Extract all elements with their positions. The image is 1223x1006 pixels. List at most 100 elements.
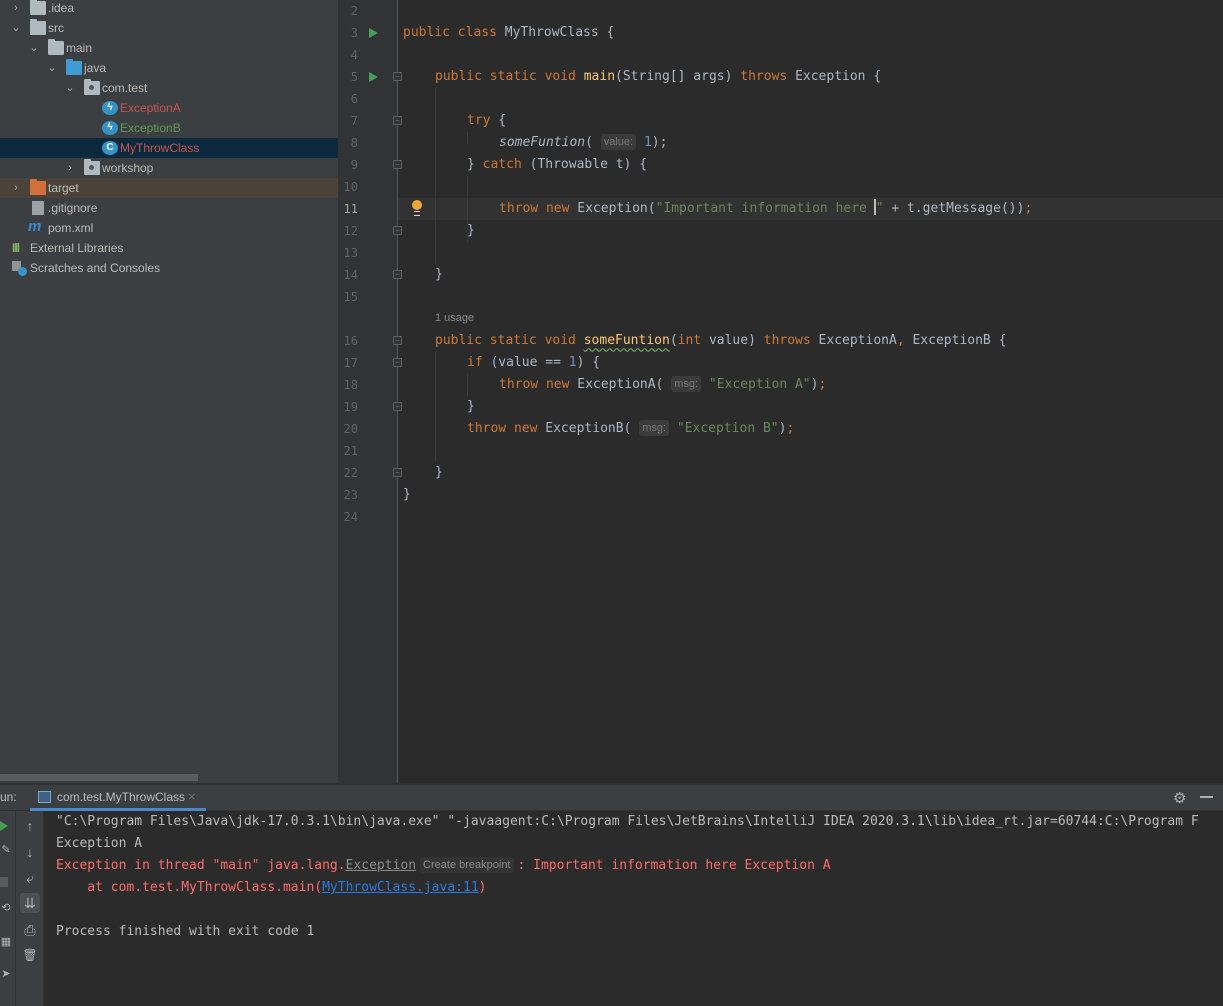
folder-icon xyxy=(30,0,46,15)
fold-icon[interactable]: − xyxy=(393,160,402,169)
minimize-icon[interactable] xyxy=(1200,796,1213,798)
usage-hint[interactable]: 1 usage xyxy=(435,312,474,324)
code-line-9: } catch (Throwable t) { xyxy=(467,157,648,172)
fold-icon[interactable]: − xyxy=(393,270,402,279)
chevron-down-icon[interactable]: ⌄ xyxy=(10,18,22,38)
line-number: 23 xyxy=(343,488,358,502)
code-line-18: throw new ExceptionA( msg: "Exception A"… xyxy=(499,376,827,392)
tree-item-workshop[interactable]: › workshop xyxy=(0,158,338,178)
source-link[interactable]: MyThrowClass.java:11 xyxy=(322,880,479,895)
chevron-right-icon[interactable]: › xyxy=(10,178,22,198)
line-number: 10 xyxy=(343,180,358,194)
chevron-right-icon[interactable]: › xyxy=(10,0,22,18)
indent-guide xyxy=(435,88,436,264)
fold-icon[interactable]: − xyxy=(393,468,402,477)
fold-icon[interactable]: − xyxy=(393,226,402,235)
up-arrow-icon[interactable]: ↑ xyxy=(20,816,40,836)
soft-wrap-icon[interactable]: ⤶ xyxy=(20,868,40,888)
tree-item-mythrowclass[interactable]: C MyThrowClass xyxy=(0,138,338,158)
restore-layout-icon[interactable]: ⟲ xyxy=(0,901,12,914)
maven-icon: m xyxy=(28,218,42,235)
console-exit-line: Process finished with exit code 1 xyxy=(56,924,315,939)
tree-item-idea[interactable]: › .idea xyxy=(0,0,338,18)
scratches-icon xyxy=(12,261,27,276)
code-line-11: throw new Exception("Important informati… xyxy=(499,199,1033,216)
folder-icon xyxy=(48,39,64,55)
line-number: 20 xyxy=(343,422,358,436)
scroll-to-end-icon[interactable]: ⇊ xyxy=(20,893,40,913)
run-class-icon[interactable] xyxy=(369,28,378,38)
line-number: 15 xyxy=(343,290,358,304)
line-number: 17 xyxy=(343,356,358,370)
close-tab-icon[interactable]: × xyxy=(188,789,196,804)
print-icon[interactable]: ⎙ xyxy=(20,920,40,940)
run-left-toolbar: ✎ ⟲ ▦ ➤ xyxy=(0,811,16,1006)
source-folder-icon xyxy=(66,59,82,75)
excluded-folder-icon xyxy=(30,179,46,195)
folder-icon xyxy=(30,19,46,35)
indent-guide xyxy=(467,374,468,396)
tree-item-java[interactable]: ⌄ java xyxy=(0,58,338,78)
tree-item-external-libraries[interactable]: Ill External Libraries xyxy=(0,238,338,258)
wrench-icon[interactable]: ✎ xyxy=(0,843,12,856)
tree-item-exceptiona[interactable]: ϟ ExceptionA xyxy=(0,98,338,118)
libraries-icon: Ill xyxy=(12,241,20,255)
layout-icon[interactable]: ▦ xyxy=(0,935,12,948)
tree-item-pom-xml[interactable]: m pom.xml xyxy=(0,218,338,238)
pin-icon[interactable]: ➤ xyxy=(0,967,12,980)
tree-item-scratches[interactable]: Scratches and Consoles xyxy=(0,258,338,278)
line-number: 13 xyxy=(343,246,358,260)
code-line-20: throw new ExceptionB( msg: "Exception B"… xyxy=(467,420,795,436)
tree-item-exceptionb[interactable]: ϟ ExceptionB xyxy=(0,118,338,138)
fold-icon[interactable]: − xyxy=(393,116,402,125)
gear-icon[interactable]: ⚙ xyxy=(1173,789,1186,807)
parameter-hint: value: xyxy=(600,134,637,150)
console-stdout-line: Exception A xyxy=(56,836,143,851)
indent-guide xyxy=(467,132,468,144)
chevron-down-icon[interactable]: ⌄ xyxy=(28,38,40,58)
code-line-12: } xyxy=(467,223,475,238)
ignore-file-icon xyxy=(32,201,44,215)
fold-icon[interactable]: − xyxy=(393,358,402,367)
console-icon xyxy=(38,791,51,803)
tree-item-gitignore[interactable]: .gitignore xyxy=(0,198,338,218)
tree-item-main[interactable]: ⌄ main xyxy=(0,38,338,58)
line-number: 8 xyxy=(350,136,358,150)
lightbulb-icon[interactable] xyxy=(412,200,422,216)
run-main-icon[interactable] xyxy=(369,72,378,82)
line-number: 16 xyxy=(343,334,358,348)
fold-icon[interactable]: − xyxy=(393,72,402,81)
trash-icon[interactable]: 🗑 xyxy=(20,945,40,965)
tree-item-target[interactable]: › target xyxy=(0,178,338,198)
rerun-icon[interactable] xyxy=(0,821,8,831)
code-line-19: } xyxy=(467,399,475,414)
run-tab-mythrowclass[interactable]: com.test.MyThrowClass × xyxy=(30,785,206,811)
chevron-down-icon[interactable]: ⌄ xyxy=(64,78,76,98)
package-icon xyxy=(84,159,100,175)
create-breakpoint-button[interactable]: Create breakpoint xyxy=(420,857,514,873)
fold-icon[interactable]: − xyxy=(393,336,402,345)
code-line-8: someFuntion( value: 1); xyxy=(499,134,668,150)
indent-guide xyxy=(435,352,436,462)
runnable-class-icon: C xyxy=(102,141,118,155)
line-number: 18 xyxy=(343,378,358,392)
stop-icon[interactable] xyxy=(0,877,8,887)
line-number: 24 xyxy=(343,510,358,524)
line-number: 6 xyxy=(350,92,358,106)
exception-class-icon: ϟ xyxy=(102,101,118,115)
exception-link[interactable]: Exception xyxy=(346,858,416,873)
down-arrow-icon[interactable]: ↓ xyxy=(20,842,40,862)
tree-item-com-test[interactable]: ⌄ com.test xyxy=(0,78,338,98)
fold-icon[interactable]: − xyxy=(393,402,402,411)
chevron-down-icon[interactable]: ⌄ xyxy=(46,58,58,78)
console-output[interactable] xyxy=(45,811,1223,1006)
line-number: 2 xyxy=(350,4,358,18)
tree-item-src[interactable]: ⌄ src xyxy=(0,18,338,38)
console-error-line: Exception in thread "main" java.lang.Exc… xyxy=(56,857,831,873)
horizontal-scrollbar[interactable] xyxy=(0,774,198,781)
code-line-3: public class MyThrowClass { xyxy=(403,25,615,40)
parameter-hint: msg: xyxy=(671,376,702,392)
project-tool-window: › .idea ⌄ src ⌄ main ⌄ java ⌄ com.test ϟ… xyxy=(0,0,338,783)
chevron-right-icon[interactable]: › xyxy=(64,158,76,178)
line-number: 11 xyxy=(343,202,358,216)
